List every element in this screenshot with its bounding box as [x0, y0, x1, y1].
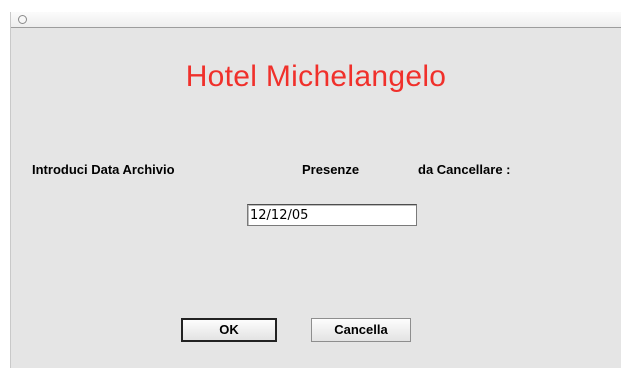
ok-button[interactable]: OK [181, 318, 277, 342]
hotel-title: Hotel Michelangelo [185, 60, 447, 93]
dialog-window: Hotel Michelangelo Introduci Data Archiv… [10, 12, 621, 368]
da-cancellare-label: da Cancellare : [418, 162, 511, 177]
close-window-icon[interactable] [18, 15, 27, 24]
cancel-button[interactable]: Cancella [311, 318, 411, 342]
presenze-label: Presenze [302, 162, 360, 177]
window-titlebar[interactable] [11, 12, 621, 28]
archive-date-input[interactable] [247, 204, 417, 226]
introduci-data-label: Introduci Data Archivio [32, 162, 175, 177]
